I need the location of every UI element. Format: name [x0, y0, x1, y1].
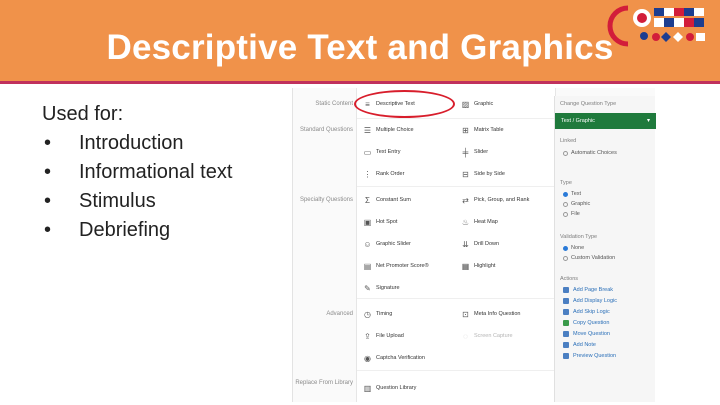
section-advanced: Advanced — [326, 311, 353, 317]
pen-icon: ✎ — [364, 283, 371, 293]
type-file-upload[interactable]: ⇪ File Upload — [363, 326, 404, 346]
fire-icon: ♨ — [461, 217, 470, 227]
type-screen-capture[interactable]: ◌ Screen Capture — [461, 326, 512, 346]
drilldown-icon: ⇊ — [462, 239, 469, 249]
image-icon: ▨ — [461, 99, 470, 109]
type-graphic-slider[interactable]: ☺ Graphic Slider — [363, 234, 410, 254]
type-pick-group-rank[interactable]: ⇄ Pick, Group, and Rank — [461, 190, 529, 210]
type-heat-map[interactable]: ♨ Heat Map — [461, 212, 498, 232]
type-timing[interactable]: ◷ Timing — [363, 304, 392, 324]
row-divider — [357, 186, 557, 187]
type-label: Type — [560, 180, 572, 186]
hotspot-icon: ▣ — [363, 217, 372, 227]
highlight-icon: ▦ — [461, 261, 470, 271]
type-signature[interactable]: ✎ Signature — [363, 278, 399, 298]
type-option-file[interactable]: File — [563, 211, 580, 217]
slider-icon: ☺ — [363, 239, 372, 249]
type-option-text[interactable]: Text — [563, 191, 581, 197]
radio-icon — [563, 201, 568, 207]
bullet-item: Informational text — [42, 158, 232, 187]
linked-option[interactable]: Automatic Choices — [563, 150, 617, 156]
header-divider — [0, 81, 720, 84]
type-text-entry[interactable]: ▭ Text Entry — [363, 142, 401, 162]
type-hot-spot[interactable]: ▣ Hot Spot — [363, 212, 398, 232]
move-icon — [563, 331, 569, 337]
action-preview-question[interactable]: Preview Question — [563, 353, 616, 359]
actions-label: Actions — [560, 276, 579, 282]
matrix-icon: ⊞ — [462, 125, 469, 135]
validation-option-custom[interactable]: Custom Validation — [563, 255, 615, 261]
action-add-display-logic[interactable]: Add Display Logic — [563, 298, 617, 304]
bullet-item: Debriefing — [42, 216, 232, 245]
type-matrix-table[interactable]: ⊞ Matrix Table — [461, 120, 503, 140]
change-question-type-panel: Change Question Type Text / Graphic ▾ Li… — [554, 96, 656, 402]
section-standard-questions: Standard Questions — [299, 127, 353, 133]
copy-icon — [563, 320, 569, 326]
skip-logic-icon — [563, 309, 569, 315]
pgr-icon: ⇄ — [462, 195, 469, 205]
section-static-content: Static Content — [315, 101, 353, 107]
descriptive-text-highlight-circle — [354, 90, 455, 118]
type-multiple-choice[interactable]: ☰ Multiple Choice — [363, 120, 414, 140]
section-specialty-questions: Specialty Questions — [299, 197, 353, 203]
captcha-icon: ◉ — [364, 353, 371, 363]
action-add-skip-logic[interactable]: Add Skip Logic — [563, 309, 610, 315]
type-highlight[interactable]: ▦ Highlight — [461, 256, 496, 276]
organization-logo — [607, 5, 705, 47]
note-icon — [563, 342, 569, 348]
section-replace-library: Replace From Library — [295, 380, 353, 386]
capture-icon: ◌ — [463, 331, 468, 341]
row-divider — [357, 370, 557, 371]
question-type-select[interactable]: Text / Graphic ▾ — [555, 113, 656, 129]
library-icon: ▥ — [363, 383, 372, 393]
radio-icon — [563, 255, 568, 261]
meta-icon: ⊡ — [462, 309, 469, 319]
chevron-down-icon: ▾ — [646, 118, 650, 124]
type-drill-down[interactable]: ⇊ Drill Down — [461, 234, 499, 254]
row-divider — [357, 118, 557, 119]
type-question-library[interactable]: ▥ Question Library — [363, 378, 417, 398]
display-logic-icon — [563, 298, 569, 304]
sum-icon: Σ — [365, 195, 370, 205]
type-net-promoter-score[interactable]: ▤ Net Promoter Score® — [363, 256, 429, 276]
nps-icon: ▤ — [363, 261, 372, 271]
preview-icon — [563, 353, 569, 359]
panel-heading: Change Question Type — [560, 101, 617, 107]
type-slider[interactable]: ╪ Slider — [461, 142, 488, 162]
radio-icon — [563, 211, 568, 217]
upload-icon: ⇪ — [364, 331, 371, 341]
bullet-item: Stimulus — [42, 187, 232, 216]
radio-selected-icon — [563, 191, 568, 197]
type-rank-order[interactable]: ⋮ Rank Order — [363, 164, 405, 184]
type-meta-info-question[interactable]: ⊡ Meta Info Question — [461, 304, 520, 324]
validation-label: Validation Type — [560, 234, 598, 240]
list-icon: ☰ — [363, 125, 372, 135]
type-captcha-verification[interactable]: ◉ Captcha Verification — [363, 348, 425, 368]
question-type-grid: ≡ Descriptive Text ☰ Multiple Choice ▭ Text… — [356, 88, 557, 402]
rank-icon: ⋮ — [363, 169, 372, 179]
type-side-by-side[interactable]: ⊟ Side by Side — [461, 164, 505, 184]
page-break-icon — [563, 287, 569, 293]
sidebyside-icon: ⊟ — [462, 169, 469, 179]
clock-icon: ◷ — [364, 309, 371, 319]
type-option-graphic[interactable]: Graphic — [563, 201, 590, 207]
usage-list: Used for: Introduction Informational tex… — [42, 100, 232, 245]
type-constant-sum[interactable]: Σ Constant Sum — [363, 190, 411, 210]
action-copy-question[interactable]: Copy Question — [563, 320, 609, 326]
radio-icon — [563, 150, 568, 156]
slider-icon: ╪ — [462, 147, 469, 157]
type-graphic[interactable]: ▨ Graphic — [461, 94, 494, 114]
bullet-item: Introduction — [42, 129, 232, 158]
validation-option-none[interactable]: None — [563, 245, 584, 251]
selected-type: Text / Graphic — [561, 118, 595, 124]
usage-intro: Used for: — [42, 103, 124, 125]
radio-selected-icon — [563, 245, 568, 251]
row-divider — [357, 298, 557, 299]
linked-label: Linked — [560, 138, 577, 144]
action-move-question[interactable]: Move Question — [563, 331, 610, 337]
action-add-note[interactable]: Add Note — [563, 342, 596, 348]
text-entry-icon: ▭ — [363, 147, 372, 157]
action-add-page-break[interactable]: Add Page Break — [563, 287, 613, 293]
